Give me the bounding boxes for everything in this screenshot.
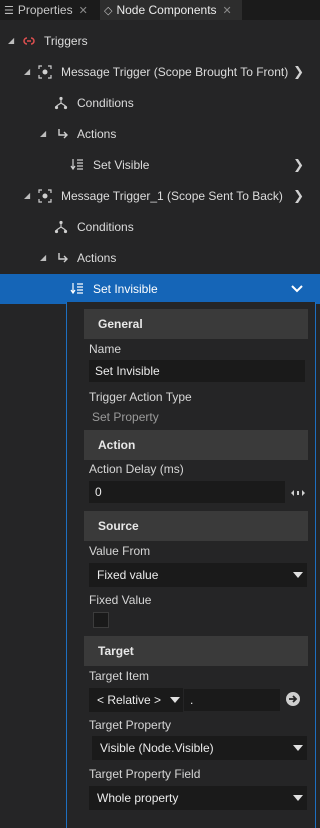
section-title: Source bbox=[98, 519, 139, 533]
section-title: Target bbox=[98, 644, 134, 658]
tree-item-label: Message Trigger (Scope Brought To Front) bbox=[61, 65, 289, 79]
dropdown-arrow-icon bbox=[293, 795, 303, 801]
target-property-field-label: Target Property Field bbox=[89, 767, 201, 781]
node-components-icon: ◇ bbox=[104, 5, 113, 17]
name-label: Name bbox=[89, 342, 122, 356]
actions-icon bbox=[58, 253, 68, 263]
name-field[interactable]: Set Invisible bbox=[89, 360, 305, 382]
tree-item-set-invisible[interactable]: Set Invisible bbox=[0, 274, 320, 304]
section-header-source[interactable]: Source bbox=[84, 511, 308, 541]
conditions-icon bbox=[54, 96, 68, 110]
actions-icon bbox=[58, 129, 68, 139]
dropdown-arrow-icon bbox=[293, 572, 303, 578]
tab-properties-label: Properties bbox=[17, 3, 73, 17]
target-property-field-dropdown[interactable]: Whole property bbox=[89, 786, 307, 810]
action-delay-field[interactable]: 0 bbox=[89, 481, 285, 503]
tree-item-actions[interactable]: ◢ Actions bbox=[0, 119, 320, 149]
target-item-label: Target Item bbox=[89, 669, 150, 683]
conditions-icon bbox=[54, 220, 68, 234]
tree-item-triggers[interactable]: ◢ Triggers bbox=[0, 26, 320, 56]
expand-arrow-icon[interactable]: ◢ bbox=[24, 181, 30, 211]
tree-item-label: Conditions bbox=[77, 220, 134, 234]
expand-arrow-icon[interactable]: ◢ bbox=[24, 57, 30, 87]
set-property-icon bbox=[70, 159, 83, 171]
section-title: General bbox=[98, 317, 143, 331]
tab-properties[interactable]: ☰ Properties ✕ bbox=[4, 0, 98, 20]
fixed-value-label: Fixed Value bbox=[89, 593, 152, 607]
section-header-target[interactable]: Target bbox=[84, 636, 308, 666]
tree-item-label: Message Trigger_1 (Scope Sent To Back) bbox=[61, 189, 283, 203]
target-property-dropdown[interactable]: Visible (Node.Visible) bbox=[92, 736, 307, 760]
tree-item-actions[interactable]: ◢ Actions bbox=[0, 243, 320, 273]
target-item-path-field[interactable]: . bbox=[184, 689, 280, 711]
message-trigger-icon bbox=[38, 65, 52, 79]
target-property-value: Visible (Node.Visible) bbox=[100, 741, 214, 755]
tree-item-label: Triggers bbox=[44, 34, 88, 48]
tree-item-label: Actions bbox=[77, 251, 117, 265]
target-item-relative-dropdown[interactable]: < Relative > bbox=[89, 688, 183, 712]
chevron-right-icon[interactable]: ❯ bbox=[293, 57, 304, 87]
section-header-general[interactable]: General bbox=[84, 309, 308, 339]
target-property-field-value: Whole property bbox=[97, 791, 179, 805]
target-item-path-value: . bbox=[190, 693, 194, 707]
set-property-icon bbox=[70, 283, 83, 295]
chevron-down-icon[interactable] bbox=[291, 285, 303, 293]
tab-node-components[interactable]: ◇ Node Components ✕ bbox=[100, 0, 242, 20]
action-delay-value: 0 bbox=[95, 485, 102, 499]
trigger-action-type-label: Trigger Action Type bbox=[89, 390, 192, 404]
tree-item-label: Conditions bbox=[77, 96, 134, 110]
tree-item-set-visible[interactable]: Set Visible ❯ bbox=[0, 150, 320, 180]
value-from-value: Fixed value bbox=[97, 568, 159, 582]
section-header-action[interactable]: Action bbox=[84, 430, 308, 460]
dropdown-arrow-icon bbox=[170, 697, 180, 703]
trigger-icon bbox=[23, 37, 35, 45]
properties-icon: ☰ bbox=[4, 5, 14, 17]
tree-item-conditions[interactable]: Conditions bbox=[0, 88, 320, 118]
expand-arrow-icon[interactable]: ◢ bbox=[40, 119, 46, 149]
tree-item-label: Actions bbox=[77, 127, 117, 141]
value-from-dropdown[interactable]: Fixed value bbox=[89, 563, 307, 587]
section-title: Action bbox=[98, 438, 136, 452]
target-item-relative-value: < Relative > bbox=[97, 693, 162, 707]
dropdown-arrow-icon bbox=[293, 745, 303, 751]
tree-item-message-trigger[interactable]: ◢ Message Trigger (Scope Brought To Fron… bbox=[0, 57, 320, 87]
tab-node-components-label: Node Components bbox=[116, 3, 217, 17]
action-delay-label: Action Delay (ms) bbox=[89, 462, 184, 476]
message-trigger-icon bbox=[38, 189, 52, 203]
value-from-label: Value From bbox=[89, 544, 151, 558]
fixed-value-checkbox[interactable] bbox=[93, 612, 109, 628]
name-value: Set Invisible bbox=[95, 364, 160, 378]
expand-arrow-icon[interactable]: ◢ bbox=[8, 26, 14, 56]
close-icon[interactable]: ✕ bbox=[223, 5, 232, 17]
tree-item-label: Set Visible bbox=[93, 158, 150, 172]
chevron-right-icon[interactable]: ❯ bbox=[293, 150, 304, 180]
trigger-action-type-value: Set Property bbox=[92, 410, 159, 424]
expand-arrow-icon[interactable]: ◢ bbox=[40, 243, 46, 273]
goto-target-icon[interactable] bbox=[285, 691, 301, 707]
tree-item-label: Set Invisible bbox=[93, 282, 158, 296]
tree-item-conditions[interactable]: Conditions bbox=[0, 212, 320, 242]
close-icon[interactable]: ✕ bbox=[79, 5, 88, 17]
drag-adjust-icon[interactable] bbox=[290, 488, 306, 498]
chevron-right-icon[interactable]: ❯ bbox=[293, 181, 304, 211]
tree-item-message-trigger-1[interactable]: ◢ Message Trigger_1 (Scope Sent To Back)… bbox=[0, 181, 320, 211]
target-property-label: Target Property bbox=[89, 718, 172, 732]
